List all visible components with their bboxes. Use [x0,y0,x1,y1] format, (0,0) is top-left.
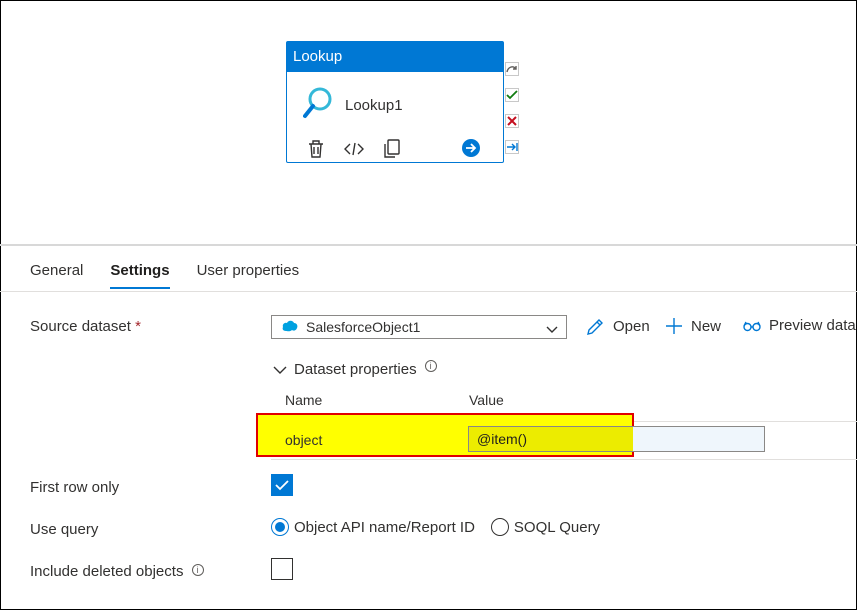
first-row-only-checkbox[interactable] [271,474,293,496]
new-button[interactable]: New [665,317,721,335]
dataset-properties-label: Dataset properties [294,361,417,378]
chevron-down-icon [546,321,558,337]
radio-object-api[interactable] [271,518,289,536]
table-row-line [271,459,857,460]
include-deleted-label: Include deleted objects i [30,563,204,580]
copy-icon[interactable] [381,138,403,160]
skip-port-icon[interactable] [505,62,519,76]
activity-ports [505,62,519,166]
property-value-input[interactable]: @item() [468,426,765,452]
glasses-icon [743,321,761,331]
radio-soql-query[interactable] [490,518,509,536]
preview-data-label: Preview data [769,317,856,334]
source-dataset-dropdown[interactable]: SalesforceObject1 [271,315,567,339]
source-dataset-label: Source dataset * [30,318,141,335]
source-dataset-text: Source dataset [30,318,131,335]
activity-type-title: Lookup [287,42,503,72]
delete-icon[interactable] [305,138,327,160]
tab-settings[interactable]: Settings [110,262,170,289]
tab-general[interactable]: General [30,262,83,289]
chevron-down-icon [273,366,287,374]
required-mark: * [135,318,141,335]
source-dataset-value: SalesforceObject1 [306,319,421,335]
salesforce-icon [282,319,298,335]
dataset-properties-toggle[interactable]: Dataset properties i [273,359,437,378]
radio-dot [275,522,285,532]
new-label: New [691,317,722,335]
include-deleted-text: Include deleted objects [30,563,184,580]
radio-soql-query-label[interactable]: SOQL Query [514,519,600,536]
property-name: object [285,432,323,448]
lookup-icon [303,86,333,125]
tab-user-properties[interactable]: User properties [197,262,300,289]
open-button[interactable]: Open [586,317,650,336]
checkmark-icon [275,480,289,491]
properties-tabs: General Settings User properties [30,262,326,289]
navigate-arrow-icon[interactable] [461,138,481,158]
preview-data-button[interactable]: Preview data [743,317,856,334]
completion-port-icon[interactable] [505,140,519,154]
info-icon[interactable]: i [424,359,437,372]
use-query-label: Use query [30,521,99,538]
value-column-header: Value [469,392,504,408]
code-icon[interactable] [343,138,365,160]
plus-icon [666,318,682,334]
open-label: Open [613,318,650,335]
pencil-icon [587,319,603,335]
lookup-activity-card[interactable]: Lookup Lookup1 [286,41,504,163]
success-port-icon[interactable] [505,88,519,102]
first-row-only-label: First row only [30,479,120,496]
radio-object-api-label[interactable]: Object API name/Report ID [294,519,475,536]
include-deleted-checkbox[interactable] [271,558,293,580]
tabs-underline [0,291,857,292]
failure-port-icon[interactable] [505,114,519,128]
info-icon[interactable]: i [191,564,204,576]
activity-name: Lookup1 [345,97,403,114]
use-query-radio-group: Object API name/Report ID SOQL Query [271,518,600,536]
panel-divider[interactable] [0,244,857,246]
name-column-header: Name [285,392,323,408]
